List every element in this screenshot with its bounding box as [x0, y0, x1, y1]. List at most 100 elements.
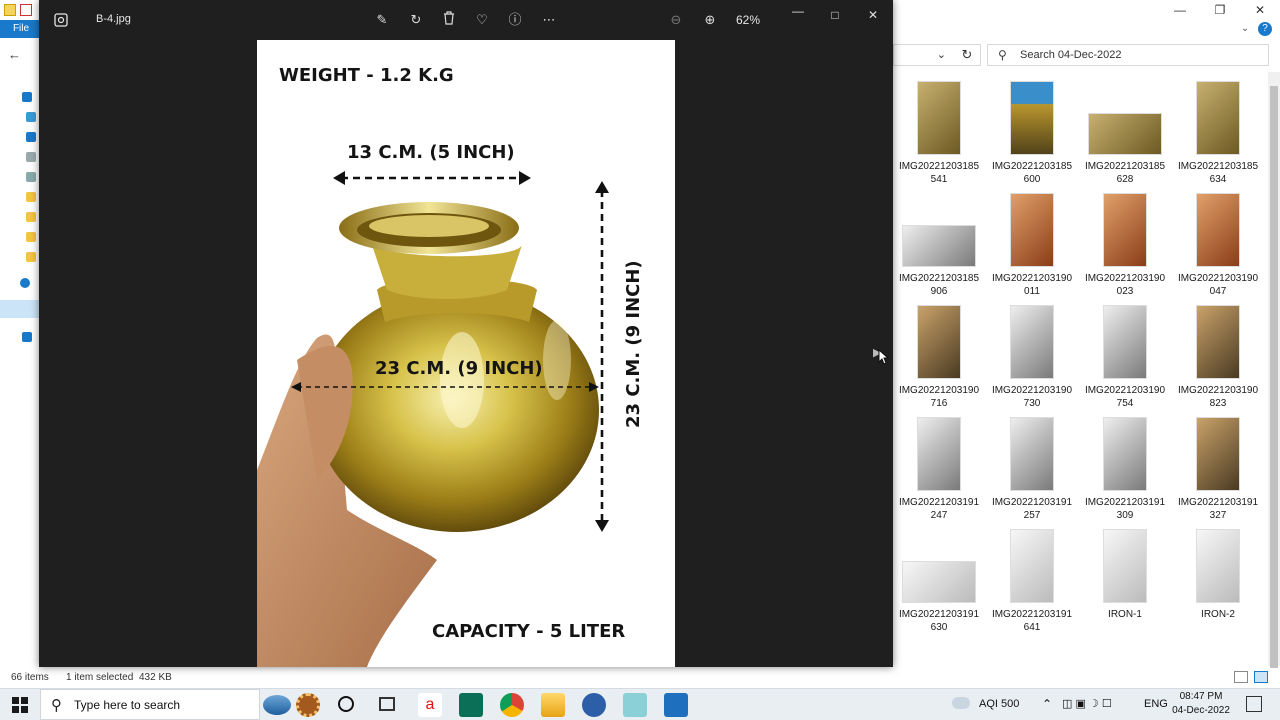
file-item[interactable]: IMG20221203190 823 — [1172, 304, 1264, 414]
tray-icons[interactable]: ◫ ▣ ☽ ☐ — [1062, 689, 1112, 720]
file-item[interactable]: IMG20221203191 327 — [1172, 416, 1264, 526]
app-icon-globe[interactable] — [582, 693, 606, 717]
app-icon-paint[interactable] — [623, 693, 647, 717]
file-name: IMG20221203190 716 — [898, 385, 980, 409]
file-name: IMG20221203185 628 — [1084, 161, 1166, 185]
file-item[interactable]: IMG20221203190 716 — [893, 304, 985, 414]
zoom-out-icon[interactable]: ⊖ — [667, 11, 685, 29]
more-icon[interactable]: ⋯ — [540, 11, 558, 29]
folder-icon[interactable] — [26, 212, 36, 222]
ships-wheel-icon[interactable] — [296, 693, 320, 717]
file-tab[interactable]: File — [0, 20, 42, 38]
help-icon[interactable]: ? — [1258, 22, 1272, 36]
minimize-button[interactable]: — — [1160, 0, 1200, 20]
folder-icon[interactable] — [26, 192, 36, 202]
large-icons-view-button[interactable] — [1254, 671, 1268, 683]
file-thumbnail — [1197, 194, 1239, 266]
file-item[interactable]: IMG20221203185 600 — [986, 80, 1078, 190]
rotate-icon[interactable]: ↻ — [407, 11, 425, 29]
documents-icon[interactable] — [26, 152, 36, 162]
file-item[interactable]: IMG20221203191 641 — [986, 528, 1078, 638]
search-highlight-icon[interactable] — [263, 695, 291, 715]
gallery-icon[interactable] — [53, 12, 69, 28]
file-name: IMG20221203191 247 — [898, 497, 980, 521]
language-indicator[interactable]: ENG — [1144, 689, 1168, 720]
file-item[interactable]: IMG20221203190 754 — [1079, 304, 1171, 414]
file-thumbnail — [1011, 194, 1053, 266]
file-item[interactable]: IMG20221203190 047 — [1172, 192, 1264, 302]
edit-icon[interactable]: ✎ — [373, 11, 391, 29]
file-item[interactable]: IMG20221203190 011 — [986, 192, 1078, 302]
selected-size: 432 KB — [139, 672, 172, 683]
network-icon[interactable] — [22, 332, 32, 342]
zoom-in-icon[interactable]: ⊕ — [701, 11, 719, 29]
file-item[interactable]: IRON-2 — [1172, 528, 1264, 638]
checkbox-icon[interactable] — [20, 4, 32, 16]
refresh-icon[interactable]: ↻ — [956, 44, 978, 66]
search-icon: ⚲ — [51, 697, 62, 714]
photos-app-icon[interactable] — [664, 693, 688, 717]
maximize-button[interactable]: ❐ — [1200, 0, 1240, 20]
file-item[interactable]: IMG20221203190 730 — [986, 304, 1078, 414]
clock[interactable]: 08:47 PM 04-Dec-2022 — [1168, 690, 1234, 718]
folder-icon[interactable] — [26, 232, 36, 242]
file-item[interactable]: IMG20221203191 247 — [893, 416, 985, 526]
aqi-indicator[interactable]: AQI 500 — [979, 689, 1019, 720]
clock-time: 08:47 PM — [1179, 691, 1223, 702]
folder-icon[interactable] — [4, 4, 16, 16]
file-item[interactable]: IMG20221203185 541 — [893, 80, 985, 190]
chevron-down-icon[interactable]: ⌄ — [937, 48, 946, 61]
chevron-up-icon[interactable]: ⌃ — [1042, 689, 1052, 720]
notifications-icon[interactable] — [1246, 696, 1262, 712]
folder-icon[interactable] — [26, 252, 36, 262]
file-thumbnail — [1011, 82, 1053, 154]
file-item[interactable]: IMG20221203191 257 — [986, 416, 1078, 526]
chevron-down-icon[interactable]: ⌄ — [1241, 23, 1249, 34]
back-arrow-icon[interactable]: ← — [8, 47, 21, 62]
task-view-icon[interactable] — [379, 697, 395, 711]
file-item[interactable]: IMG20221203190 023 — [1079, 192, 1171, 302]
favorite-icon[interactable]: ♡ — [473, 11, 491, 29]
file-grid: IMG20221203185 541 IMG20221203185 600 IMG202… — [893, 80, 1265, 660]
pictures-icon[interactable] — [26, 172, 36, 182]
file-item[interactable]: IMG20221203185 634 — [1172, 80, 1264, 190]
file-item[interactable]: IRON-1 — [1079, 528, 1171, 638]
maximize-button[interactable]: □ — [823, 6, 847, 24]
delete-icon[interactable] — [440, 11, 458, 29]
file-item[interactable]: IMG20221203185 628 — [1079, 80, 1171, 190]
cortana-icon[interactable] — [338, 696, 354, 712]
zoom-level[interactable]: 62% — [736, 13, 760, 27]
info-icon[interactable]: ⓘ — [506, 11, 524, 29]
file-thumbnail — [1197, 306, 1239, 378]
file-item[interactable]: IMG20221203185 906 — [893, 192, 985, 302]
clock-date: 04-Dec-2022 — [1172, 705, 1230, 716]
scrollbar[interactable] — [1268, 72, 1280, 676]
chrome-icon[interactable] — [500, 693, 524, 717]
file-thumbnail — [1011, 306, 1053, 378]
desktop-folder-icon[interactable] — [26, 112, 36, 122]
close-button[interactable]: ✕ — [1240, 0, 1280, 20]
close-button[interactable]: ✕ — [861, 6, 885, 24]
taskbar-search[interactable]: ⚲ Type here to search — [40, 689, 260, 720]
downloads-icon[interactable] — [26, 132, 36, 142]
details-view-button[interactable] — [1234, 671, 1248, 683]
file-name: IMG20221203185 541 — [898, 161, 980, 185]
file-thumbnail — [1011, 530, 1053, 602]
nav-selected-item[interactable] — [0, 300, 40, 318]
app-icon-a[interactable]: a — [418, 693, 442, 717]
file-name: IMG20221203190 047 — [1177, 273, 1259, 297]
file-name: IMG20221203185 600 — [991, 161, 1073, 185]
quick-access-icon[interactable] — [22, 92, 32, 102]
weather-icon[interactable] — [952, 689, 972, 720]
minimize-button[interactable]: — — [786, 2, 810, 20]
file-item[interactable]: IMG20221203191 309 — [1079, 416, 1171, 526]
windows-start-icon[interactable] — [12, 697, 28, 713]
file-item[interactable]: IMG20221203191 630 — [893, 528, 985, 638]
onedrive-icon[interactable] — [20, 278, 30, 288]
scrollbar-thumb[interactable] — [1270, 86, 1278, 676]
search-input[interactable]: ⚲ Search 04-Dec-2022 — [987, 44, 1269, 66]
app-icon-green[interactable] — [459, 693, 483, 717]
file-explorer-icon[interactable] — [541, 693, 565, 717]
file-thumbnail — [918, 82, 960, 154]
view-switcher — [1228, 670, 1268, 688]
